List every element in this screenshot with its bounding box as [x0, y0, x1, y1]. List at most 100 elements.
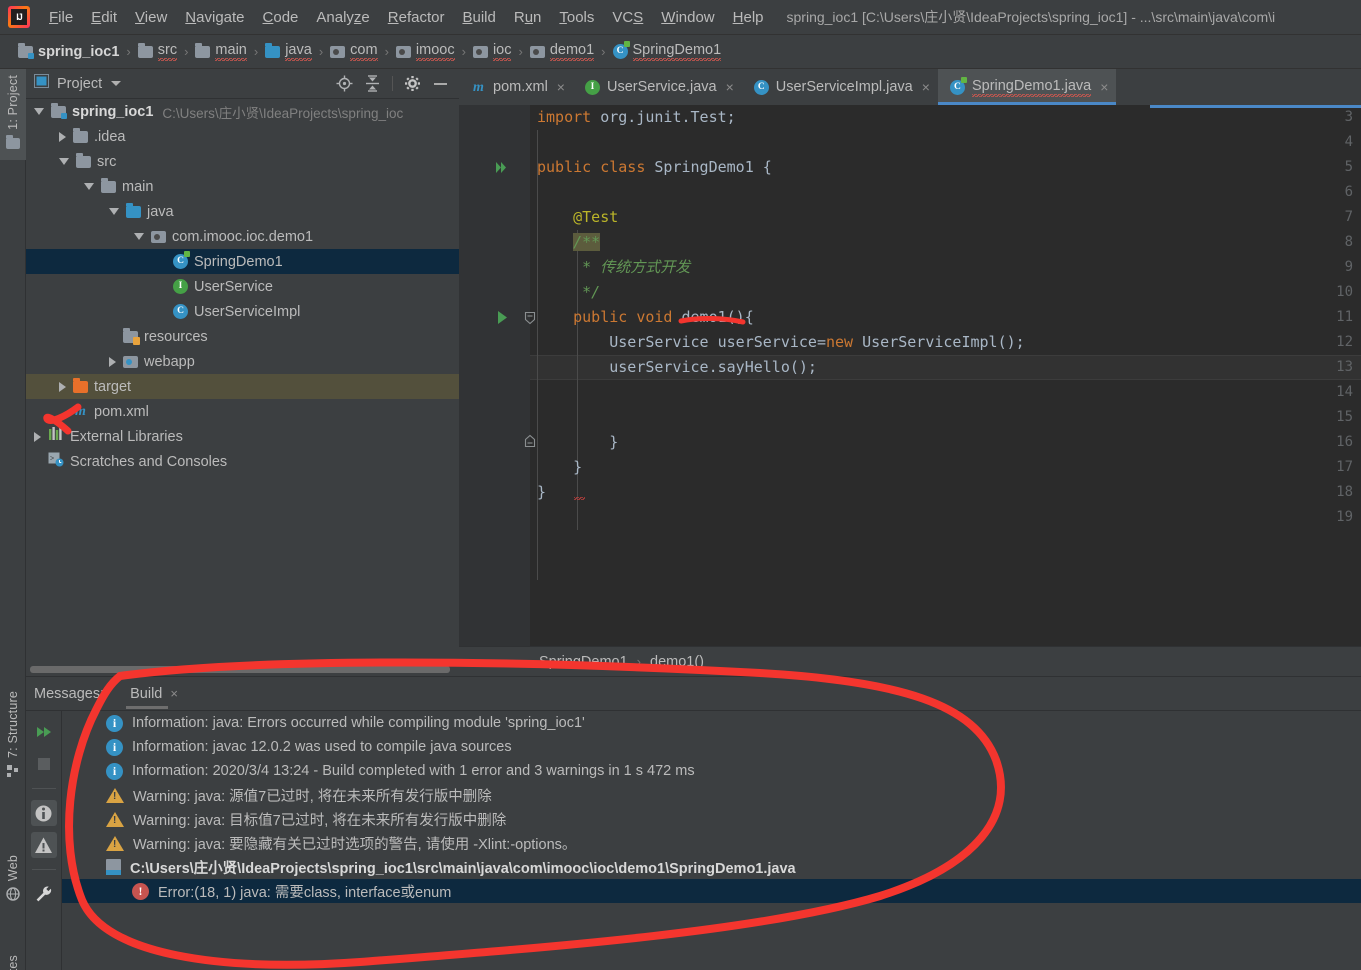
breadcrumb-item-main[interactable]: main	[195, 42, 247, 61]
chevron-down-icon[interactable]	[111, 81, 122, 86]
sidebar-item-web[interactable]: Web	[0, 849, 26, 912]
breadcrumb-separator: ›	[384, 44, 389, 59]
close-icon[interactable]: ×	[1100, 79, 1108, 95]
locate-icon[interactable]	[336, 75, 353, 92]
tree-node-scratches-and-consoles[interactable]: > Scratches and Consoles	[26, 449, 459, 474]
error-squiggle	[574, 497, 585, 500]
tree-node-springdemo1[interactable]: C SpringDemo1	[26, 249, 459, 274]
sidebar-item-favorites[interactable]: 2: Favorites	[0, 949, 26, 970]
menu-item-view[interactable]: View	[126, 7, 176, 28]
run-all-tests-icon[interactable]	[495, 155, 509, 180]
project-tool-window: Project spring_ioc1 C:\Users\庄小贤\IdeaPro…	[26, 69, 459, 676]
close-icon[interactable]: ×	[922, 79, 930, 95]
menu-bar: FileEditViewNavigateCodeAnalyzeRefactorB…	[0, 0, 1361, 35]
chevron-down-icon[interactable]	[34, 108, 44, 115]
breadcrumb-item-imooc[interactable]: imooc	[395, 42, 455, 61]
tree-node-external-libraries[interactable]: External Libraries	[26, 424, 459, 449]
tree-node-pom-xml[interactable]: m pom.xml	[26, 399, 459, 424]
sidebar-item-project[interactable]: 1: Project	[0, 69, 26, 160]
message-row[interactable]: i Information: 2020/3/4 13:24 - Build com…	[62, 759, 1361, 783]
java-class-icon: C	[753, 79, 769, 95]
menu-mnemonic: u	[524, 8, 534, 26]
tree-node-label: Scratches and Consoles	[70, 453, 228, 470]
collapse-all-icon[interactable]	[364, 75, 381, 92]
project-panel-title: Project	[57, 75, 103, 92]
tree-node--idea[interactable]: .idea	[26, 124, 459, 149]
close-icon[interactable]: ×	[170, 686, 178, 701]
menu-item-vcs[interactable]: VCS	[603, 7, 652, 28]
stop-icon[interactable]	[31, 751, 57, 777]
editor-breadcrumb-class[interactable]: SpringDemo1	[539, 654, 628, 670]
menu-item-build[interactable]: Build	[453, 7, 504, 28]
chevron-down-icon[interactable]	[134, 233, 144, 240]
chevron-down-icon[interactable]	[109, 208, 119, 215]
messages-tool-window: Messages: Build × i Information: java: E…	[26, 676, 1361, 970]
chevron-down-icon[interactable]	[84, 183, 94, 190]
menu-item-file[interactable]: File	[40, 7, 82, 28]
chevron-right-icon[interactable]	[109, 356, 116, 367]
breadcrumb-item-src[interactable]: src	[137, 42, 178, 61]
chevron-down-icon[interactable]	[59, 158, 69, 165]
message-row[interactable]: Warning: java: 源值7已过时, 将在未来所有发行版中删除	[62, 783, 1361, 807]
editor-scrollbar-marker[interactable]	[1150, 105, 1361, 108]
tree-node-userserviceimpl[interactable]: C UserServiceImpl	[26, 299, 459, 324]
chevron-right-icon[interactable]	[59, 381, 66, 392]
chevron-right-icon[interactable]	[59, 131, 66, 142]
message-row[interactable]: C:\Users\庄小贤\IdeaProjects\spring_ioc1\sr…	[62, 855, 1361, 879]
tree-node-spring-ioc1[interactable]: spring_ioc1 C:\Users\庄小贤\IdeaProjects\spr…	[26, 99, 459, 124]
close-icon[interactable]: ×	[726, 79, 734, 95]
tree-node-com-imooc-ioc-demo1[interactable]: com.imooc.ioc.demo1	[26, 224, 459, 249]
messages-list[interactable]: i Information: java: Errors occurred whil…	[62, 711, 1361, 970]
tree-node-main[interactable]: main	[26, 174, 459, 199]
settings-wrench-icon[interactable]	[31, 881, 57, 907]
editor-tab-springdemo1-java[interactable]: C SpringDemo1.java ×	[937, 69, 1117, 105]
tree-node-userservice[interactable]: I UserService	[26, 274, 459, 299]
breadcrumb-item-springdemo1[interactable]: C SpringDemo1	[612, 41, 722, 61]
warning-icon	[106, 811, 124, 827]
breadcrumb-item-spring-ioc1[interactable]: spring_ioc1	[18, 42, 119, 60]
show-warnings-icon[interactable]	[30, 832, 57, 858]
breadcrumb-item-ioc[interactable]: ioc	[472, 42, 512, 61]
message-row[interactable]: i Information: java: Errors occurred whil…	[62, 711, 1361, 735]
message-row[interactable]: Warning: java: 目标值7已过时, 将在未来所有发行版中删除	[62, 807, 1361, 831]
menu-item-refactor[interactable]: Refactor	[379, 7, 454, 28]
menu-item-run[interactable]: Run	[505, 7, 551, 28]
tree-node-path: C:\Users\庄小贤\IdeaProjects\spring_ioc	[162, 105, 404, 121]
tree-node-webapp[interactable]: webapp	[26, 349, 459, 374]
menu-item-edit[interactable]: Edit	[82, 7, 126, 28]
sidebar-item-structure[interactable]: 7: Structure	[0, 685, 26, 789]
breadcrumb-item-demo1[interactable]: demo1	[529, 42, 595, 61]
editor-tab-pom-xml[interactable]: m pom.xml ×	[459, 69, 573, 105]
menu-item-code[interactable]: Code	[254, 7, 308, 28]
code-editor[interactable]: 3 4 5 6 7 8 9 10 11 12 13 14 15 16 17 18 19	[459, 105, 1361, 646]
project-tree-horizontal-scrollbar[interactable]	[26, 663, 459, 675]
editor-tab-userservice-java[interactable]: I UserService.java ×	[573, 69, 742, 105]
tab-build[interactable]: Build ×	[126, 677, 182, 711]
rerun-icon[interactable]	[31, 719, 57, 745]
show-info-icon[interactable]	[30, 800, 57, 826]
menu-item-window[interactable]: Window	[652, 7, 723, 28]
menu-item-analyze[interactable]: Analyze	[307, 7, 378, 28]
editor-gutter[interactable]	[459, 105, 530, 646]
gear-icon[interactable]	[404, 75, 421, 92]
tree-node-resources[interactable]: resources	[26, 324, 459, 349]
chevron-right-icon[interactable]	[34, 431, 41, 442]
menu-item-tools[interactable]: Tools	[550, 7, 603, 28]
breadcrumb-item-com[interactable]: com	[330, 42, 378, 61]
code-text[interactable]: import org.junit.Test; public class Spri…	[530, 105, 1361, 646]
message-row[interactable]: Warning: java: 要隐藏有关已过时选项的警告, 请使用 -Xlint…	[62, 831, 1361, 855]
breadcrumb-item-java[interactable]: java	[265, 42, 312, 61]
editor-breadcrumb-method[interactable]: demo1()	[650, 654, 704, 670]
tree-node-java[interactable]: java	[26, 199, 459, 224]
minimize-icon[interactable]	[432, 75, 449, 92]
message-row[interactable]: i Information: javac 12.0.2 was used to c…	[62, 735, 1361, 759]
run-test-icon[interactable]	[495, 305, 509, 330]
menu-item-help[interactable]: Help	[724, 7, 773, 28]
project-tree[interactable]: spring_ioc1 C:\Users\庄小贤\IdeaProjects\spr…	[26, 99, 459, 662]
menu-item-navigate[interactable]: Navigate	[176, 7, 253, 28]
tree-node-target[interactable]: target	[26, 374, 459, 399]
message-row[interactable]: ! Error:(18, 1) java: 需要class, interface或…	[62, 879, 1361, 903]
tree-node-src[interactable]: src	[26, 149, 459, 174]
close-icon[interactable]: ×	[557, 79, 565, 95]
editor-tab-userserviceimpl-java[interactable]: C UserServiceImpl.java ×	[742, 69, 938, 105]
